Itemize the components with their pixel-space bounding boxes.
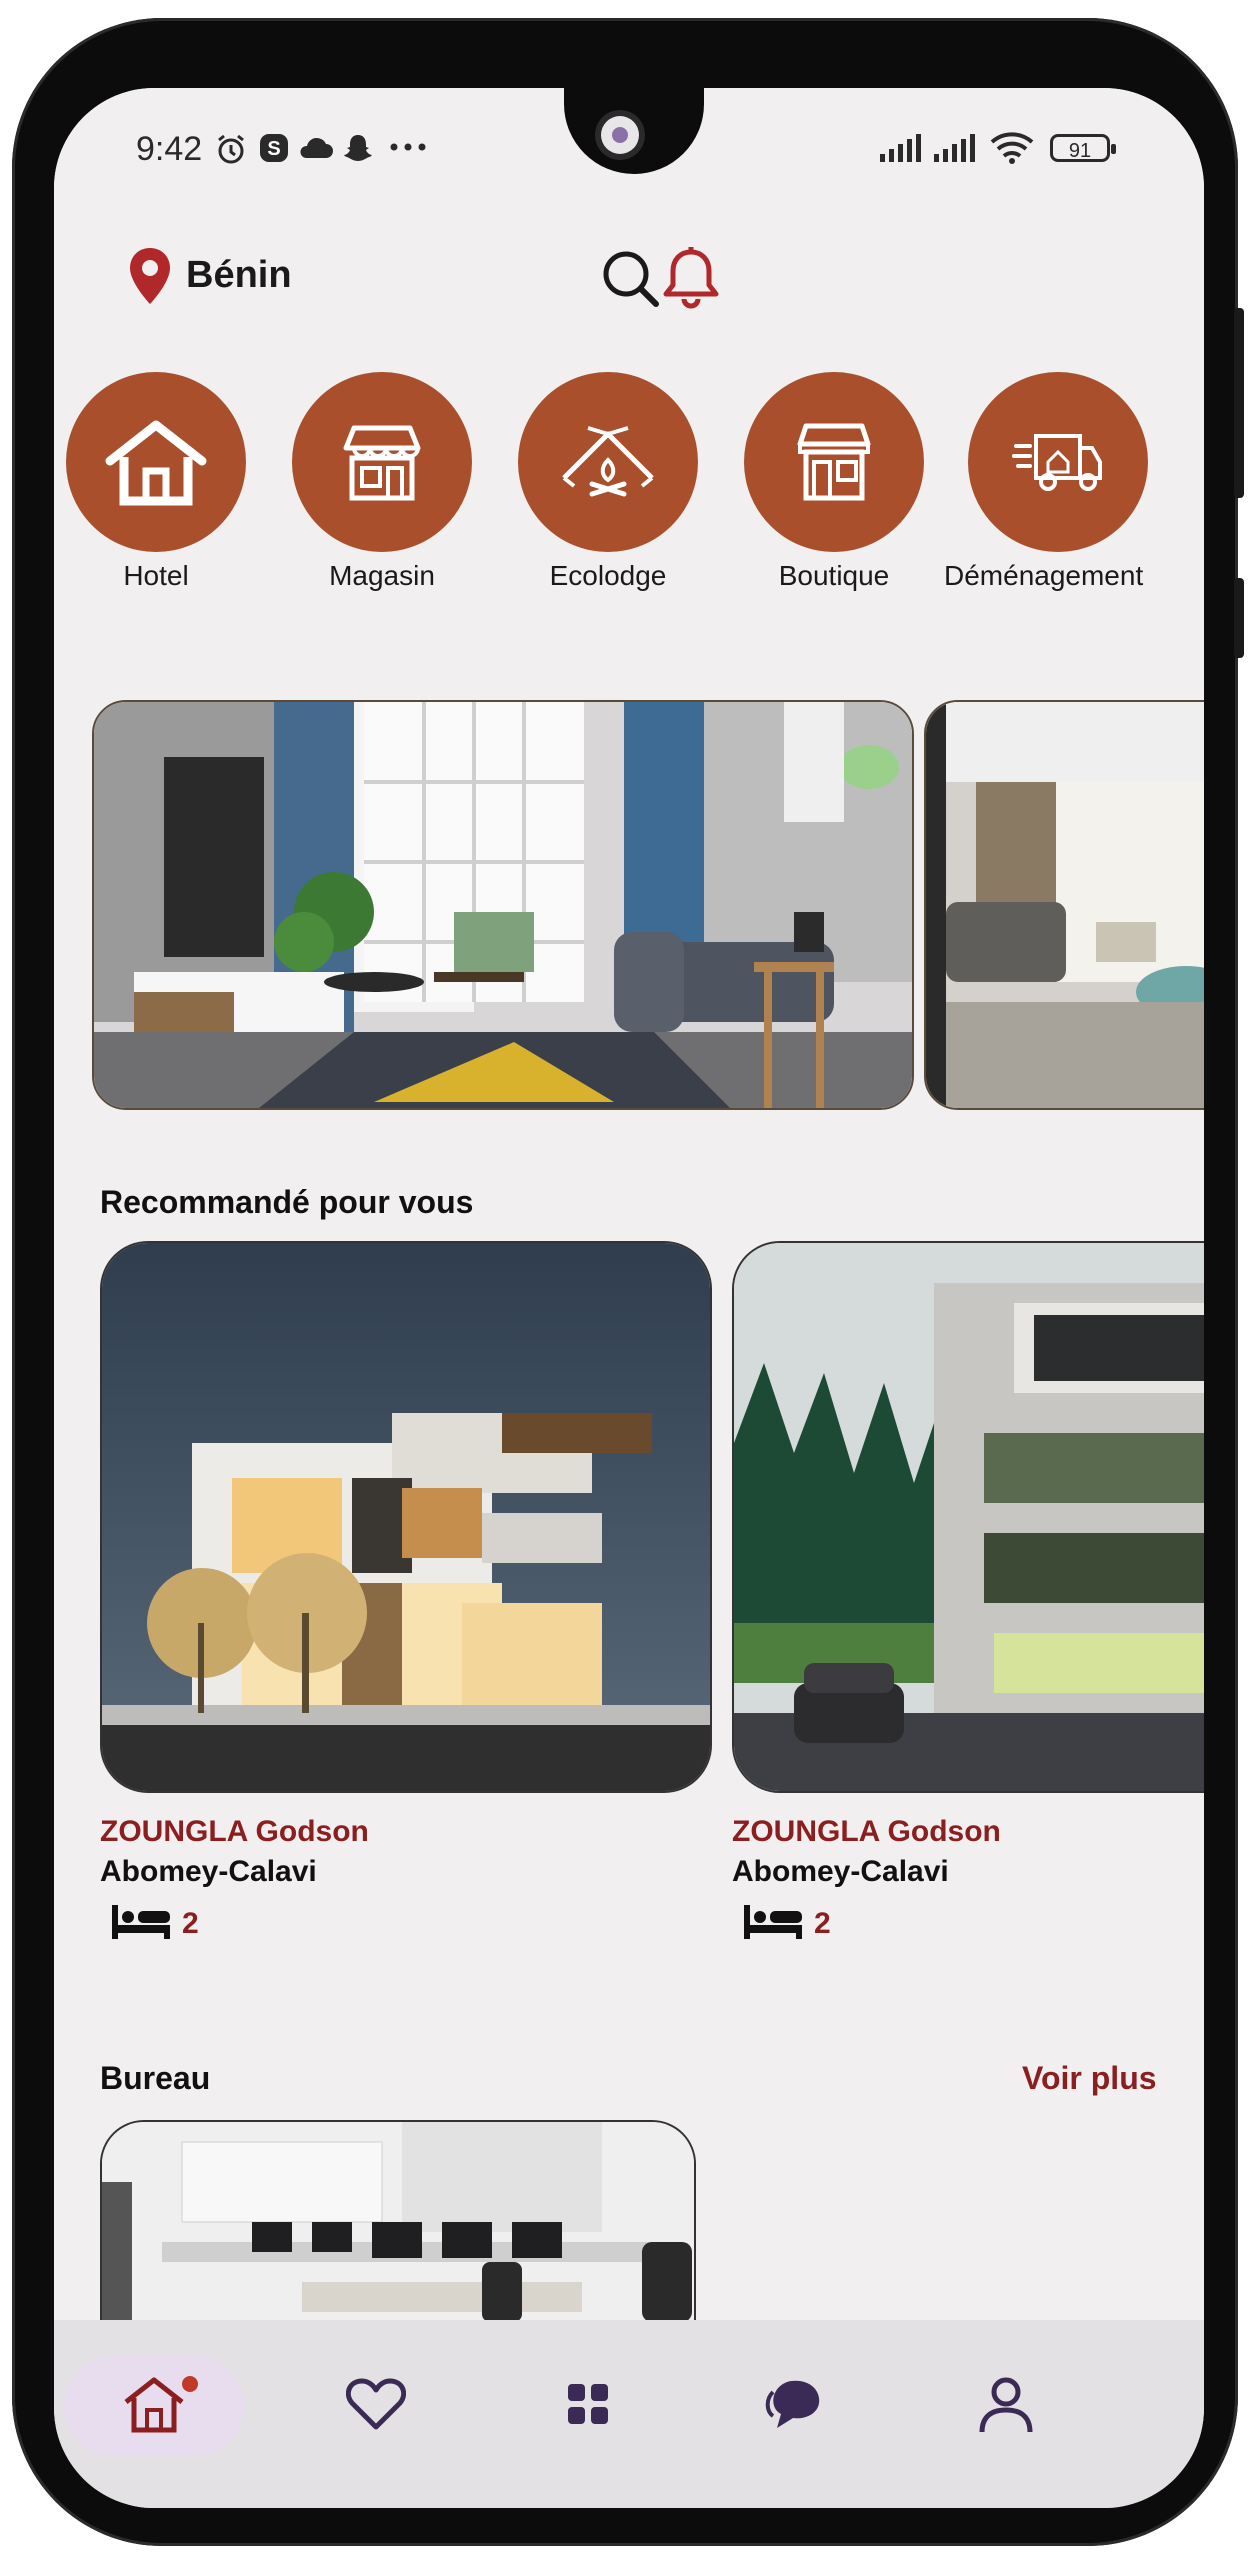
app-screen: 9:42 S 91 Bénin Hotel Magasin Ecolodge B… [54,88,1204,2508]
home-icon [122,2374,186,2439]
location-label[interactable]: Bénin [186,254,292,297]
svg-text:S: S [267,138,280,160]
grid-icon [566,2382,610,2431]
city-name: Abomey-Calavi [732,1855,949,1888]
banner-living-room[interactable] [92,700,914,1110]
bed-info: 2 [732,1901,1204,1946]
alarm-icon [214,132,248,171]
office-card[interactable] [100,2120,696,2320]
notification-dot [182,2376,198,2392]
category-boutique[interactable]: Boutique [734,372,934,592]
category-label: Ecolodge [549,560,667,591]
nav-messages[interactable] [706,2356,886,2456]
bureau-title: Bureau [100,2060,211,2096]
chat-icon [763,2374,829,2439]
voir-plus-link[interactable]: Voir plus [1022,2060,1157,2097]
shop-icon [744,372,924,552]
skype-icon: S [258,132,290,169]
city-name: Abomey-Calavi [100,1855,317,1888]
category-label: Déménagement [944,560,1144,591]
nav-home[interactable] [64,2356,244,2456]
bed-icon [110,1901,172,1946]
battery-icon: 91 [1050,134,1116,162]
signal-icon [934,134,984,167]
bed-count: 2 [814,1906,831,1940]
office-image [102,2122,694,2320]
volume-button [1234,578,1244,658]
property-image [100,1241,712,1793]
owner-name: ZOUNGLA Godson [100,1815,369,1848]
nav-profile[interactable] [916,2356,1096,2456]
search-icon[interactable] [596,244,664,312]
property-card[interactable]: ZOUNGLA Godson Abomey-Calavi 2 [732,1241,1204,1946]
living-room-image [94,702,912,1108]
owner-name: ZOUNGLA Godson [732,1815,1001,1848]
location-pin-icon[interactable] [128,246,172,306]
tent-icon [518,372,698,552]
category-magasin[interactable]: Magasin [282,372,482,592]
more-dots-icon [388,140,428,159]
user-icon [978,2374,1034,2439]
bed-count: 2 [182,1906,199,1940]
category-row: Hotel Magasin Ecolodge Boutique Déménage… [54,372,1204,592]
banner-lounge[interactable] [924,700,1204,1110]
property-image [732,1241,1204,1793]
wifi-icon [988,130,1036,169]
category-label: Boutique [778,560,890,591]
property-card[interactable]: ZOUNGLA Godson Abomey-Calavi 2 [100,1241,712,1946]
lounge-image [926,702,1204,1108]
heart-icon [345,2377,407,2436]
bell-icon[interactable] [657,244,725,312]
category-label: Magasin [329,560,435,591]
cloud-icon [298,136,334,165]
snapchat-icon [342,132,374,169]
recommended-title: Recommandé pour vous [100,1184,474,1220]
camera-icon [601,116,639,154]
category-hotel[interactable]: Hotel [56,372,256,592]
nav-favorites[interactable] [286,2356,466,2456]
bed-info: 2 [100,1901,712,1946]
store-icon [292,372,472,552]
bed-icon [742,1901,804,1946]
category-label: Hotel [123,560,189,591]
power-button [1234,308,1244,498]
top-header: Bénin [54,238,1204,318]
nav-categories[interactable] [498,2356,678,2456]
status-time: 9:42 [136,130,203,168]
signal-icon [880,134,930,167]
moving-truck-icon [968,372,1148,552]
category-ecolodge[interactable]: Ecolodge [508,372,708,592]
bottom-nav [54,2320,1204,2508]
phone-frame: 9:42 S 91 Bénin Hotel Magasin Ecolodge B… [12,18,1244,2546]
category-demenagement[interactable]: Déménagement [944,372,1204,592]
house-icon [66,372,246,552]
